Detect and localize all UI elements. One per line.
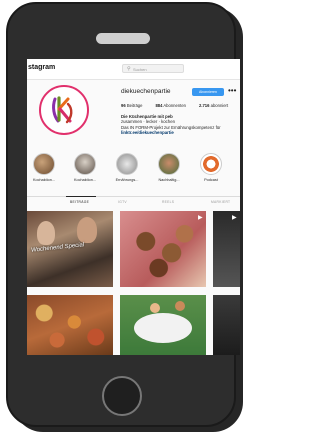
video-icon: ▶ bbox=[198, 215, 203, 221]
profile-bio: Die Küchenpartie mit peb zusammen · leck… bbox=[121, 114, 221, 135]
profile-username: diekuechenpartie bbox=[121, 88, 171, 95]
post-tile-3[interactable]: ▶ bbox=[213, 211, 240, 287]
tab-reels[interactable]: REELS bbox=[162, 200, 174, 204]
highlight-ernaehrung[interactable]: Ernährungs... bbox=[113, 153, 141, 182]
profile-stats: 96 Beiträge 884 Abonnenten 2.716 abonniert bbox=[121, 103, 240, 108]
profile-tabs: BEITRÄGE IGTV REELS MARKIERT bbox=[27, 196, 240, 207]
followers-count[interactable]: 884 Abonnenten bbox=[155, 103, 186, 108]
search-icon: ⚲ bbox=[127, 66, 131, 72]
highlight-podcast[interactable]: Podcast bbox=[197, 153, 225, 182]
search-placeholder: Suchen bbox=[133, 67, 147, 72]
active-tab-indicator bbox=[66, 196, 96, 197]
highlight-label: Podcast bbox=[204, 178, 218, 182]
post-illustration-plate bbox=[134, 313, 192, 343]
posts-count[interactable]: 96 Beiträge bbox=[121, 103, 142, 108]
post-tile-6[interactable] bbox=[213, 295, 240, 355]
top-bar: stagram ⚲ Suchen bbox=[27, 59, 240, 80]
video-icon: ▶ bbox=[232, 215, 237, 221]
tab-igtv[interactable]: IGTV bbox=[118, 200, 127, 204]
highlight-cover bbox=[116, 153, 138, 175]
highlight-kochaktion-1[interactable]: Kochaktion... bbox=[30, 153, 58, 182]
post-illustration-face bbox=[175, 301, 185, 311]
highlight-cover bbox=[74, 153, 96, 175]
post-photo-person bbox=[77, 217, 97, 243]
phone-home-button[interactable] bbox=[102, 376, 142, 416]
post-photo-person bbox=[37, 221, 55, 245]
highlight-label: Kochaktion... bbox=[74, 178, 96, 182]
highlight-kochaktion-2[interactable]: Kochaktion... bbox=[71, 153, 99, 182]
podcast-icon bbox=[200, 153, 222, 175]
post-tile-5[interactable] bbox=[120, 295, 206, 355]
follow-button[interactable]: Abonnieren bbox=[192, 88, 224, 96]
highlight-nachhaltig[interactable]: Nachhaltig... bbox=[155, 153, 183, 182]
post-tile-1[interactable]: Wochenend Special bbox=[27, 211, 113, 287]
highlight-cover bbox=[33, 153, 55, 175]
bio-link[interactable]: linktr.ee/diekuechenpartie bbox=[121, 130, 221, 135]
profile-avatar[interactable] bbox=[39, 85, 89, 135]
phone-speaker bbox=[96, 33, 150, 44]
following-count[interactable]: 2.716 abonniert bbox=[199, 103, 228, 108]
kuechenpartie-logo-icon bbox=[52, 96, 73, 124]
instagram-logo[interactable]: stagram bbox=[28, 64, 55, 71]
post-tile-4[interactable] bbox=[27, 295, 113, 355]
post-caption: Wochenend Special bbox=[30, 242, 85, 254]
highlight-cover bbox=[158, 153, 180, 175]
highlight-label: Ernährungs... bbox=[115, 178, 139, 182]
tab-markiert[interactable]: MARKIERT bbox=[211, 200, 230, 204]
search-input[interactable]: ⚲ Suchen bbox=[122, 64, 184, 73]
instagram-screen: stagram ⚲ Suchen diekuechenpartie Abonni… bbox=[27, 59, 240, 355]
more-options-icon[interactable]: ••• bbox=[228, 86, 236, 95]
post-illustration-face bbox=[150, 303, 160, 313]
post-tile-2[interactable]: ▶ bbox=[120, 211, 206, 287]
highlight-label: Nachhaltig... bbox=[158, 178, 180, 182]
highlight-label: Kochaktion... bbox=[33, 178, 55, 182]
tab-beitraege[interactable]: BEITRÄGE bbox=[70, 200, 89, 204]
